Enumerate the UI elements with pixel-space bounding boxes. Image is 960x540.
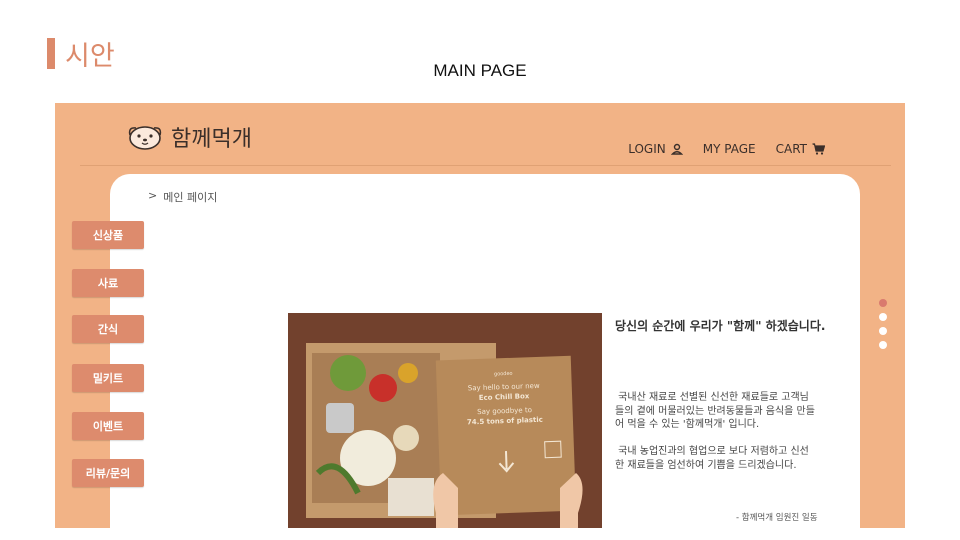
- login-label: LOGIN: [628, 142, 666, 156]
- logo-text: 함께먹개: [171, 127, 252, 152]
- carousel-dot-4[interactable]: [879, 341, 887, 349]
- carousel-dot-2[interactable]: [879, 313, 887, 321]
- promise-paragraph: 국내 농업진과의 협업으로 보다 저렴하고 신선 한 재료들을 엄선하여 기쁨을…: [615, 446, 809, 471]
- header-divider: [80, 165, 891, 166]
- mypage-link[interactable]: MY PAGE: [703, 142, 756, 156]
- main-headline: 당신의 순간에 우리가 "함께" 하겠습니다.: [615, 319, 826, 333]
- carousel-dot-3[interactable]: [879, 327, 887, 335]
- sidebar-item-event[interactable]: 이벤트: [72, 412, 144, 440]
- sidebar-item-new[interactable]: 신상품: [72, 221, 144, 249]
- user-icon: [670, 143, 683, 155]
- content-panel: > 메인 페이지 goodeo Say hello to our new Eco…: [110, 174, 860, 528]
- top-nav: LOGIN MY PAGE CART: [628, 142, 825, 156]
- eco-box-image: goodeo Say hello to our new Eco Chill Bo…: [288, 313, 602, 528]
- login-link[interactable]: LOGIN: [628, 142, 683, 156]
- breadcrumb-label[interactable]: 메인 페이지: [163, 189, 217, 205]
- sidebar-item-snack[interactable]: 간식: [72, 315, 144, 343]
- sidebar-item-review[interactable]: 리뷰/문의: [72, 459, 144, 487]
- dog-logo-icon: [128, 126, 162, 150]
- mypage-label: MY PAGE: [702, 142, 756, 156]
- sidebar-item-mealkit[interactable]: 밀키트: [72, 364, 144, 392]
- carousel-dot-1[interactable]: [879, 299, 887, 307]
- box-brand-text: goodeo: [494, 371, 513, 378]
- intro-paragraph: 국내산 재료로 선별된 신선한 재료들로 고객님 들의 곁에 머물러있는 반려동…: [615, 392, 815, 430]
- site-logo[interactable]: 함께먹개: [125, 121, 252, 153]
- signature-text: - 함께먹개 임원진 일동: [736, 513, 818, 523]
- cart-icon: [812, 143, 825, 155]
- breadcrumb-arrow-icon: >: [148, 189, 158, 202]
- cart-link[interactable]: CART: [776, 142, 825, 156]
- eco-box-photo: goodeo Say hello to our new Eco Chill Bo…: [288, 313, 602, 528]
- cart-label: CART: [775, 142, 807, 156]
- site-mockup: 함께먹개 LOGIN MY PAGE CART > 메인 페이지 goodeo …: [55, 103, 905, 528]
- sidebar-item-feed[interactable]: 사료: [72, 269, 144, 297]
- page-label: MAIN PAGE: [433, 61, 527, 80]
- carousel-dots: [879, 299, 887, 349]
- breadcrumb: > 메인 페이지: [148, 189, 217, 205]
